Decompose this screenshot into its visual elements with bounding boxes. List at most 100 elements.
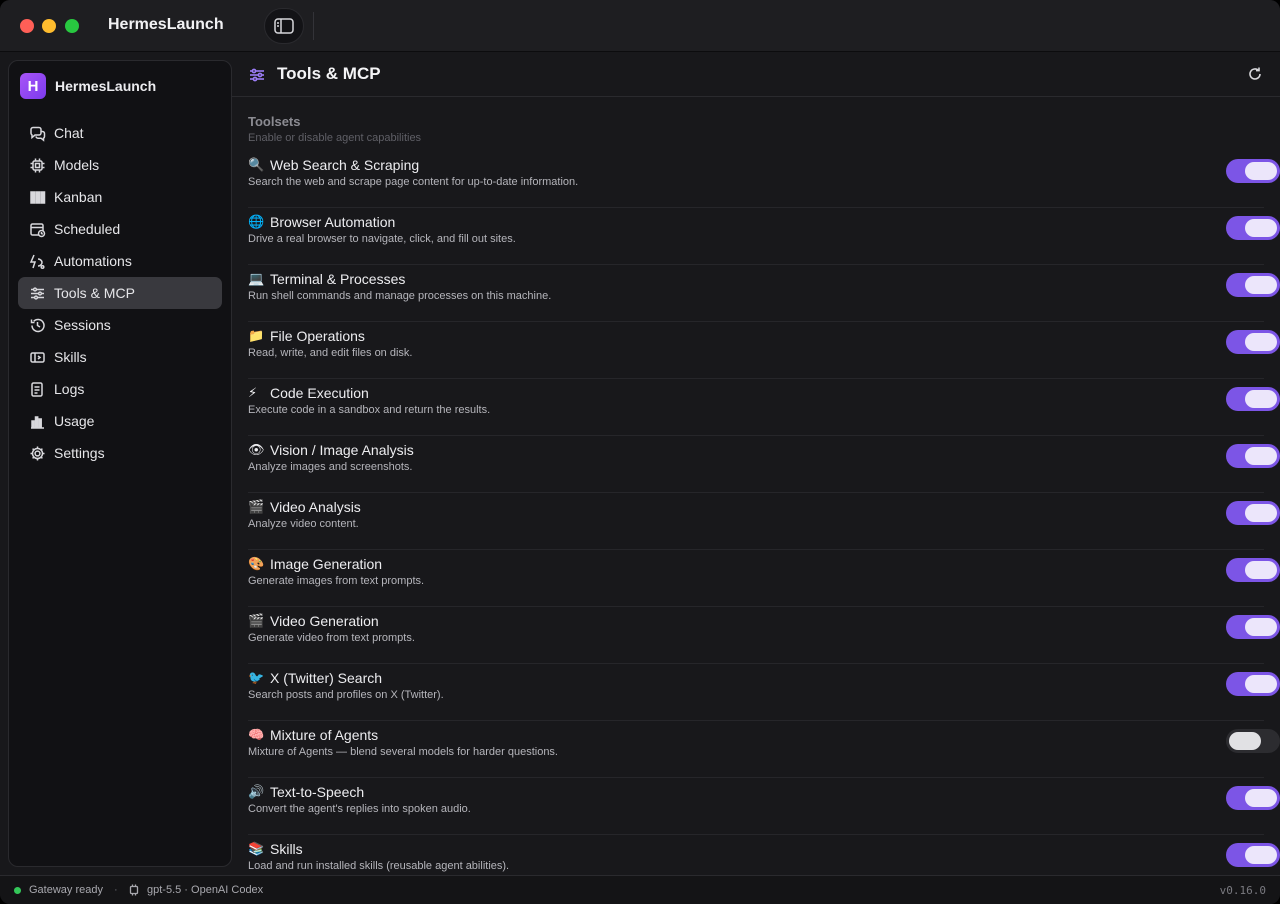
toggle-knob (1245, 504, 1277, 522)
toolset-list: 🔍 Web Search & Scraping Search the web and… (248, 151, 1280, 892)
toggle-knob (1245, 219, 1277, 237)
toolset-toggle[interactable] (1226, 729, 1280, 753)
toolset-toggle[interactable] (1226, 501, 1280, 525)
toolset-emoji-icon: 🎬 (248, 613, 265, 629)
toolset-description: Drive a real browser to navigate, click,… (248, 233, 516, 245)
toolset-toggle[interactable] (1226, 558, 1280, 582)
toolset-row: 👁 Vision / Image Analysis Analyze images a… (248, 436, 1280, 493)
refresh-icon (1249, 67, 1261, 80)
chat-bubbles-icon (28, 124, 46, 142)
toolset-toggle[interactable] (1226, 615, 1280, 639)
sidebar-item-label: Logs (54, 381, 85, 397)
sidebar-item-label: Kanban (54, 189, 103, 205)
sidebar-item-kanban[interactable]: Kanban (18, 181, 222, 213)
sidebar-item-usage[interactable]: Usage (18, 405, 222, 437)
brand-name: HermesLaunch (55, 78, 157, 94)
skills-icon (28, 348, 46, 366)
toolset-description: Run shell commands and manage processes … (248, 290, 552, 302)
toolset-title: 📁 File Operations (248, 328, 365, 344)
toolset-row: 🔊 Text-to-Speech Convert the agent's repli… (248, 778, 1280, 835)
toggle-knob (1245, 162, 1277, 180)
toolset-description: Read, write, and edit files on disk. (248, 347, 413, 359)
toolset-description: Load and run installed skills (reusable … (248, 860, 510, 872)
minimize-window-button[interactable] (42, 19, 56, 33)
toolset-description: Generate video from text prompts. (248, 632, 415, 644)
toggle-knob (1245, 561, 1277, 579)
sidebar-item-scheduled[interactable]: Scheduled (18, 213, 222, 245)
toolset-row: ⚡ Code Execution Execute code in a sandbox… (248, 379, 1280, 436)
history-icon (28, 316, 46, 334)
sidebar-item-label: Sessions (54, 317, 111, 333)
toolset-title: ⚡ Code Execution (248, 385, 369, 401)
app-version: v0.16.0 (1219, 884, 1266, 897)
toolset-toggle[interactable] (1226, 786, 1280, 810)
zoom-window-button[interactable] (65, 19, 79, 33)
sidebar-item-models[interactable]: Models (18, 149, 222, 181)
sidebar-item-sessions[interactable]: Sessions (18, 309, 222, 341)
toolset-title: 🐦 X (Twitter) Search (248, 670, 382, 686)
toolset-description: Search the web and scrape page content f… (248, 176, 579, 188)
toolset-row: 🎨 Image Generation Generate images from te… (248, 550, 1280, 607)
toolset-toggle[interactable] (1226, 159, 1280, 183)
sidebar-item-label: Tools & MCP (54, 285, 135, 301)
toolset-emoji-icon: 📚 (248, 841, 265, 857)
refresh-button[interactable] (1246, 65, 1266, 85)
toolset-toggle[interactable] (1226, 387, 1280, 411)
toolset-name: Mixture of Agents (270, 727, 379, 743)
toolset-description: Mixture of Agents — blend several models… (248, 746, 558, 758)
toolset-row: 🧠 Mixture of Agents Mixture of Agents — bl… (248, 721, 1280, 778)
sidebar-item-label: Models (54, 157, 100, 173)
toggle-knob (1245, 276, 1277, 294)
sidebar-item-label: Skills (54, 349, 87, 365)
sidebar-item-chat[interactable]: Chat (18, 117, 222, 149)
status-separator: · (114, 884, 118, 896)
status-bar: Gateway ready · gpt-5.5 · OpenAI Codex v… (0, 875, 1280, 904)
chip-icon (28, 156, 46, 174)
toolset-description: Search posts and profiles on X (Twitter)… (248, 689, 444, 701)
automation-icon (28, 252, 46, 270)
toolset-description: Analyze images and screenshots. (248, 461, 413, 473)
toolset-name: File Operations (270, 328, 365, 344)
toolset-toggle[interactable] (1226, 444, 1280, 468)
toolset-row: 🌐 Browser Automation Drive a real browser … (248, 208, 1280, 265)
toolset-description: Convert the agent's replies into spoken … (248, 803, 471, 815)
toolset-emoji-icon: 💻 (248, 271, 265, 287)
toolset-name: Vision / Image Analysis (270, 442, 414, 458)
toolset-toggle[interactable] (1226, 843, 1280, 867)
toggle-knob (1245, 675, 1277, 693)
toolset-title: 🎬 Video Analysis (248, 499, 361, 515)
sidebar-item-logs[interactable]: Logs (18, 373, 222, 405)
toolset-emoji-icon: 🎬 (248, 499, 265, 515)
toolset-toggle[interactable] (1226, 330, 1280, 354)
sidebar-toggle-button[interactable] (264, 8, 304, 44)
sliders-icon (248, 66, 266, 84)
sidebar-item-automations[interactable]: Automations (18, 245, 222, 277)
sidebar-nav: Chat Models Kanban Scheduled Automations Tool… (18, 117, 222, 469)
active-model[interactable]: gpt-5.5 · OpenAI Codex (147, 884, 263, 896)
toggle-knob (1245, 390, 1277, 408)
toggle-knob (1245, 846, 1277, 864)
sidebar-item-skills[interactable]: Skills (18, 341, 222, 373)
gateway-status-dot (14, 887, 21, 894)
toolset-toggle[interactable] (1226, 216, 1280, 240)
section-subtitle: Enable or disable agent capabilities (248, 132, 422, 144)
toolset-row: 📁 File Operations Read, write, and edit fi… (248, 322, 1280, 379)
toolset-title: 📚 Skills (248, 841, 303, 857)
toolset-toggle[interactable] (1226, 672, 1280, 696)
toggle-knob (1229, 732, 1261, 750)
calendar-clock-icon (28, 220, 46, 238)
toggle-knob (1245, 333, 1277, 351)
sidebar-item-tools-mcp[interactable]: Tools & MCP (18, 277, 222, 309)
sidebar-toggle-icon (274, 18, 294, 34)
toolset-toggle[interactable] (1226, 273, 1280, 297)
toggle-knob (1245, 789, 1277, 807)
main-content: Tools & MCP Toolsets Enable or disable a… (232, 52, 1280, 875)
title-bar: HermesLaunch (0, 0, 1280, 52)
close-window-button[interactable] (20, 19, 34, 33)
toolset-row: 🐦 X (Twitter) Search Search posts and prof… (248, 664, 1280, 721)
toolset-title: 🎬 Video Generation (248, 613, 379, 629)
toolset-title: 🌐 Browser Automation (248, 214, 395, 230)
sidebar-item-settings[interactable]: Settings (18, 437, 222, 469)
app-window: HermesLaunch H HermesLaunch Chat Models Ka… (0, 0, 1280, 904)
toolset-name: Skills (270, 841, 303, 857)
